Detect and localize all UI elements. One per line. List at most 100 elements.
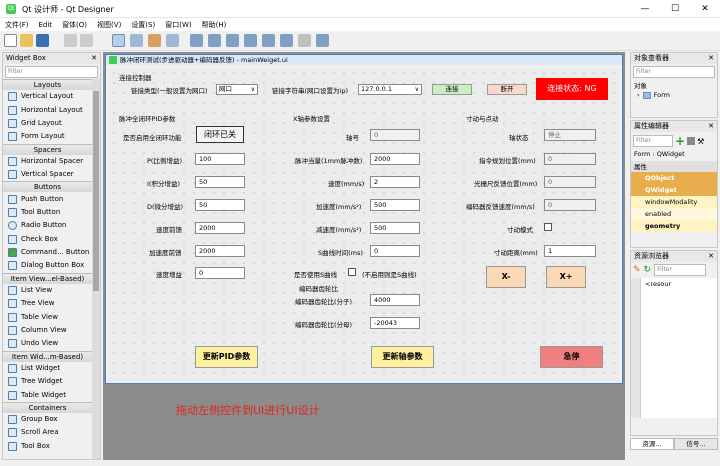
- s-curve-time-input[interactable]: 0: [370, 245, 420, 257]
- pid-velocity-gain-input[interactable]: 0: [195, 267, 245, 279]
- speed-input[interactable]: 2: [370, 176, 420, 188]
- widget-item[interactable]: Vertical Layout: [3, 90, 92, 103]
- object-filter-input[interactable]: Filter: [633, 66, 715, 78]
- widget-item[interactable]: Tool Button: [3, 206, 92, 219]
- jog-distance-input[interactable]: 1: [544, 245, 596, 257]
- bring-front-icon[interactable]: [80, 34, 93, 47]
- widget-item[interactable]: Form Layout: [3, 130, 92, 143]
- wrench-icon[interactable]: ⚒: [697, 137, 704, 146]
- widget-item[interactable]: Group Box: [3, 413, 92, 426]
- property-enabled[interactable]: enabled: [631, 208, 717, 220]
- accel-input[interactable]: 500: [370, 199, 420, 211]
- dock-close-icon[interactable]: ✕: [708, 251, 714, 262]
- object-tree-form[interactable]: › Form: [631, 91, 717, 99]
- widget-item[interactable]: Table View: [3, 310, 92, 323]
- tab-resources[interactable]: 资源...: [630, 438, 674, 450]
- widget-item[interactable]: Scroll Area: [3, 426, 92, 439]
- emergency-stop-button[interactable]: 急停: [540, 346, 603, 368]
- pid-velocity-ff-input[interactable]: 2000: [195, 222, 245, 234]
- dock-close-icon[interactable]: ✕: [708, 53, 714, 64]
- update-pid-button[interactable]: 更新PID参数: [195, 346, 258, 368]
- gear-ratio-den-input[interactable]: -20043: [370, 317, 420, 329]
- adjust-size-icon[interactable]: [316, 34, 329, 47]
- widget-item[interactable]: Undo View: [3, 337, 92, 350]
- reload-icon[interactable]: ↻: [644, 265, 652, 275]
- widget-item[interactable]: Vertical Spacer: [3, 168, 92, 181]
- widget-item[interactable]: Push Button: [3, 192, 92, 205]
- menu-help[interactable]: 帮助(H): [197, 18, 232, 32]
- menu-view[interactable]: 视图(V): [92, 18, 126, 32]
- dock-close-icon[interactable]: ✕: [708, 121, 714, 132]
- category-buttons[interactable]: Buttons: [3, 181, 92, 193]
- resource-filter-input[interactable]: Filter: [654, 264, 707, 276]
- widget-item[interactable]: List View: [3, 284, 92, 297]
- scrollbar-thumb[interactable]: [93, 91, 99, 291]
- menu-form[interactable]: 窗体(O): [57, 18, 92, 32]
- link-string-combo[interactable]: 127.0.0.1: [358, 84, 422, 95]
- category-containers[interactable]: Containers: [3, 401, 92, 413]
- category-item-views[interactable]: Item View...el-Based): [3, 272, 92, 284]
- widget-item[interactable]: List Widget: [3, 362, 92, 375]
- expand-arrow-icon[interactable]: ›: [637, 91, 640, 99]
- minimize-button[interactable]: —: [630, 0, 660, 18]
- menu-edit[interactable]: Edit: [34, 19, 58, 31]
- widget-item[interactable]: Horizontal Spacer: [3, 155, 92, 168]
- open-folder-icon[interactable]: [20, 34, 33, 47]
- widget-item[interactable]: Check Box: [3, 233, 92, 246]
- menu-settings[interactable]: 设置(S): [126, 18, 160, 32]
- configure-icon[interactable]: [687, 137, 696, 145]
- edit-signals-icon[interactable]: [130, 34, 143, 47]
- resource-root-item[interactable]: <resour: [641, 278, 717, 418]
- property-window-modality[interactable]: windowModality: [631, 196, 717, 208]
- new-file-icon[interactable]: [4, 34, 17, 47]
- widget-item[interactable]: Dialog Button Box: [3, 259, 92, 272]
- pid-d-input[interactable]: 50: [195, 199, 245, 211]
- gear-ratio-num-input[interactable]: 4000: [370, 294, 420, 306]
- loop-toggle-button[interactable]: 闭环已关: [196, 126, 244, 143]
- widget-item[interactable]: Tree View: [3, 297, 92, 310]
- save-icon[interactable]: [36, 34, 49, 47]
- pid-p-input[interactable]: 100: [195, 153, 245, 165]
- pid-accel-ff-input[interactable]: 2000: [195, 245, 245, 257]
- widget-item[interactable]: Command... Button: [3, 246, 92, 259]
- category-spacers[interactable]: Spacers: [3, 143, 92, 155]
- s-curve-checkbox[interactable]: [348, 268, 356, 276]
- jog-mode-checkbox[interactable]: [544, 223, 552, 231]
- decel-input[interactable]: 500: [370, 222, 420, 234]
- widget-item[interactable]: Column View: [3, 324, 92, 337]
- dock-close-icon[interactable]: ✕: [91, 53, 97, 64]
- break-layout-icon[interactable]: [298, 34, 311, 47]
- link-type-combo[interactable]: 网口: [216, 84, 258, 95]
- send-back-icon[interactable]: [64, 34, 77, 47]
- layout-vsplit-icon[interactable]: [244, 34, 257, 47]
- property-class-qwidget[interactable]: QWidget: [631, 184, 717, 196]
- disconnect-button[interactable]: 断开: [487, 84, 527, 95]
- layout-horizontal-icon[interactable]: [190, 34, 203, 47]
- widget-box-scrollbar[interactable]: [92, 79, 100, 459]
- update-axis-button[interactable]: 更新轴参数: [371, 346, 434, 368]
- menu-file[interactable]: 文件(F): [0, 18, 34, 32]
- pid-i-input[interactable]: 50: [195, 176, 245, 188]
- edit-tab-order-icon[interactable]: [166, 34, 179, 47]
- layout-vertical-icon[interactable]: [208, 34, 221, 47]
- property-class-qobject[interactable]: QObject: [631, 172, 717, 184]
- x-minus-button[interactable]: X-: [486, 266, 526, 288]
- layout-grid-icon[interactable]: [262, 34, 275, 47]
- close-button[interactable]: ✕: [690, 0, 720, 18]
- maximize-button[interactable]: ☐: [660, 0, 690, 18]
- widget-item[interactable]: Table Widget: [3, 388, 92, 401]
- axis-number-input[interactable]: 0: [370, 129, 420, 141]
- widget-item[interactable]: Tree Widget: [3, 375, 92, 388]
- widget-filter-input[interactable]: Filter: [5, 66, 98, 78]
- widget-item[interactable]: Tool Box: [3, 440, 92, 453]
- tab-signals[interactable]: 信号...: [674, 438, 718, 450]
- menu-window[interactable]: 窗口(W): [160, 18, 196, 32]
- layout-form-icon[interactable]: [280, 34, 293, 47]
- add-property-icon[interactable]: +: [675, 134, 685, 148]
- property-geometry[interactable]: geometry: [631, 220, 717, 232]
- edit-resources-icon[interactable]: ✎: [633, 265, 641, 275]
- widget-item[interactable]: Grid Layout: [3, 117, 92, 130]
- property-filter-input[interactable]: Filter: [633, 135, 673, 147]
- x-plus-button[interactable]: X+: [546, 266, 586, 288]
- pulse-equiv-input[interactable]: 2000: [370, 153, 420, 165]
